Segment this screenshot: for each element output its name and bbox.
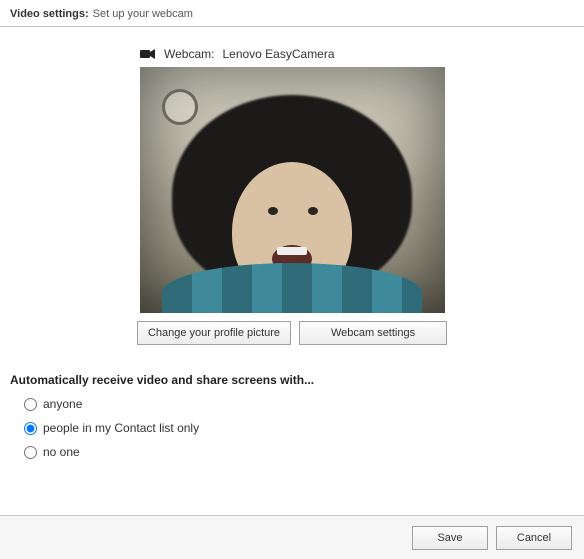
- webcam-preview: [140, 67, 445, 313]
- content-area: Webcam: Lenovo EasyCamera Change your pr…: [0, 27, 584, 479]
- webcam-settings-button[interactable]: Webcam settings: [299, 321, 447, 345]
- webcam-label-row: Webcam: Lenovo EasyCamera: [140, 47, 574, 61]
- webcam-preview-container: [10, 67, 574, 313]
- radio-option-anyone[interactable]: anyone: [24, 397, 574, 411]
- cancel-button[interactable]: Cancel: [496, 526, 572, 550]
- save-button[interactable]: Save: [412, 526, 488, 550]
- header-title-sub: Set up your webcam: [93, 8, 193, 20]
- webcam-icon: [140, 49, 156, 59]
- radio-input-contacts[interactable]: [24, 422, 37, 435]
- header-title-bold: Video settings:: [10, 8, 89, 20]
- dialog-footer: Save Cancel: [0, 515, 584, 559]
- radio-label-noone: no one: [43, 445, 80, 459]
- webcam-name: Lenovo EasyCamera: [222, 47, 334, 61]
- radio-option-contacts[interactable]: people in my Contact list only: [24, 421, 574, 435]
- webcam-static-label: Webcam:: [164, 47, 214, 61]
- preview-button-row: Change your profile picture Webcam setti…: [10, 321, 574, 345]
- radio-label-anyone: anyone: [43, 397, 82, 411]
- change-profile-picture-button[interactable]: Change your profile picture: [137, 321, 291, 345]
- radio-label-contacts: people in my Contact list only: [43, 421, 199, 435]
- radio-input-noone[interactable]: [24, 446, 37, 459]
- radio-option-noone[interactable]: no one: [24, 445, 574, 459]
- sharing-heading: Automatically receive video and share sc…: [10, 373, 574, 387]
- radio-input-anyone[interactable]: [24, 398, 37, 411]
- panel-header: Video settings: Set up your webcam: [0, 0, 584, 27]
- sharing-radio-group: anyone people in my Contact list only no…: [10, 397, 574, 459]
